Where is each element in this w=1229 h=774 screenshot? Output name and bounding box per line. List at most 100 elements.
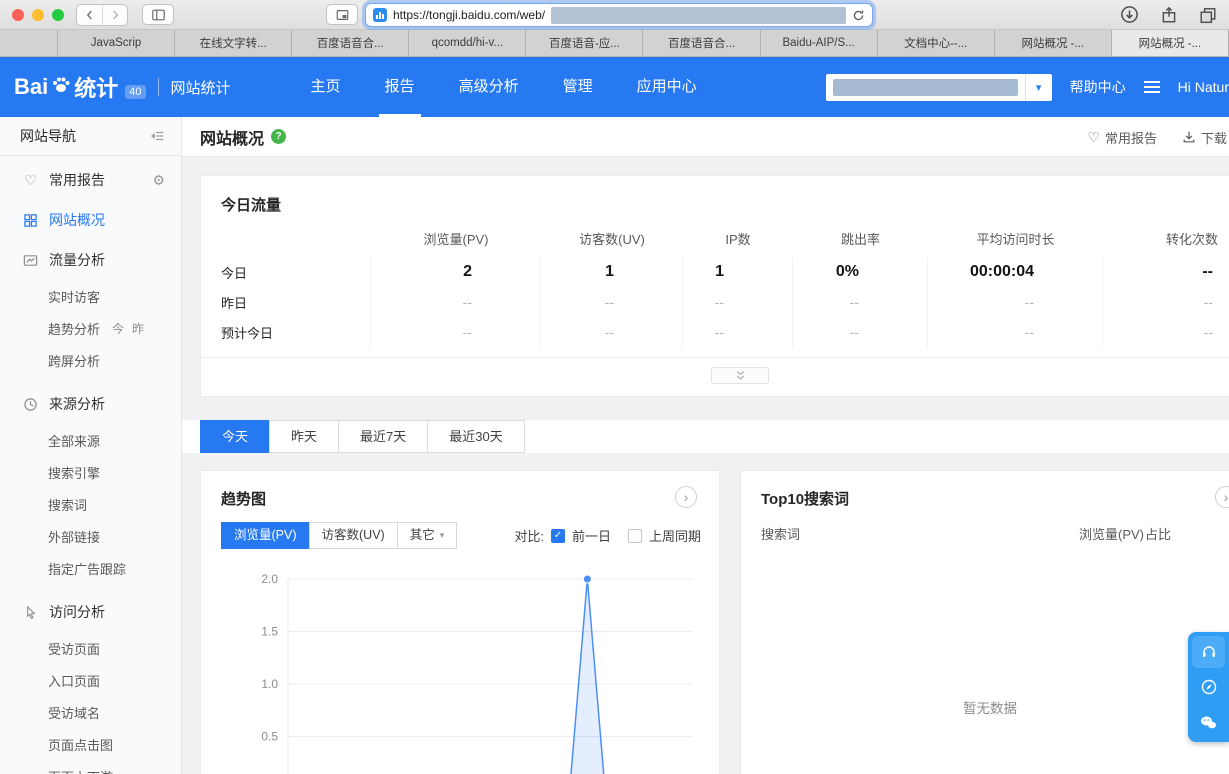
sidebar-item-cross-screen[interactable]: 跨屏分析 [0, 344, 181, 376]
browser-tab[interactable]: 百度语音-应... [526, 30, 644, 56]
site-search-box[interactable]: ▾ [825, 73, 1052, 101]
compare-option-last-week[interactable]: 上周同期 [649, 526, 701, 545]
metric-value: -- [1203, 294, 1213, 310]
compare-checkbox-last-week[interactable] [627, 528, 642, 543]
browser-tab[interactable]: JavaScrip [58, 30, 176, 56]
nav-report[interactable]: 报告 [363, 57, 437, 117]
back-button[interactable] [77, 5, 102, 25]
sidebar-item-visit-analysis[interactable]: 访问分析 [0, 592, 181, 632]
expand-traffic-button[interactable] [711, 367, 769, 384]
svg-text:2.0: 2.0 [261, 572, 278, 586]
browser-tab[interactable]: 文档中心--... [877, 30, 995, 56]
date-tab-yesterday[interactable]: 昨天 [269, 420, 340, 453]
column-header: 浏览量(PV) [423, 232, 489, 247]
sidebar-item-site-overview[interactable]: 网站概况 [0, 200, 181, 240]
sidebar-item-search-engines[interactable]: 搜索引擎 [0, 456, 181, 488]
window-controls [12, 9, 64, 21]
metric-tab-uv[interactable]: 访客数(UV) [308, 522, 398, 549]
zoom-window-button[interactable] [52, 9, 64, 21]
sidebar-item-page-flow[interactable]: 页面上下游 [0, 760, 181, 774]
wechat-button[interactable] [1192, 706, 1225, 738]
chevron-down-icon: ▾ [439, 530, 445, 540]
sidebar-item-traffic-analysis[interactable]: 流量分析 [0, 240, 181, 280]
close-window-button[interactable] [12, 9, 24, 21]
browser-tab[interactable]: 在线文字转... [175, 30, 293, 56]
downloads-button[interactable] [1120, 5, 1139, 29]
compare-checkbox-prev-day[interactable]: ✓ [550, 528, 565, 543]
browser-tab[interactable]: 百度语音合... [643, 30, 761, 56]
browser-tab-bar: JavaScrip 在线文字转... 百度语音合... qcomdd/hi-v.… [0, 30, 1229, 57]
nav-manage[interactable]: 管理 [541, 57, 615, 117]
sidebar-item-visited-pages[interactable]: 受访页面 [0, 632, 181, 664]
top-search-title: Top10搜索词 [761, 491, 850, 508]
sidebar-item-entry-pages[interactable]: 入口页面 [0, 664, 181, 696]
browser-tab-label: 在线文字转... [199, 38, 267, 50]
download-report-button[interactable]: 下载 [1182, 117, 1227, 157]
minimize-window-button[interactable] [32, 9, 44, 21]
compare-option-prev-day[interactable]: 前一日 [572, 526, 611, 545]
browser-tab[interactable]: Baidu-AIP/S... [760, 30, 878, 56]
favorite-report-button[interactable]: ♡ 常用报告 [1087, 117, 1157, 157]
tab-overview-button[interactable] [326, 4, 358, 25]
header-divider [157, 78, 159, 96]
trend-yesterday-shortcut[interactable]: 昨 [132, 320, 144, 337]
table-row: 预计今日 -- -- -- -- -- -- [201, 317, 1229, 347]
column-header: 平均访问时长 [976, 232, 1055, 247]
empty-state-text: 暂无数据 [963, 701, 1017, 716]
forward-button[interactable] [102, 5, 127, 25]
trend-today-shortcut[interactable]: 今 [112, 320, 124, 337]
sidebar-item-ad-tracking[interactable]: 指定广告跟踪 [0, 552, 181, 584]
nav-home[interactable]: 主页 [289, 57, 363, 117]
sidebar-item-source-analysis[interactable]: 来源分析 [0, 384, 181, 424]
date-tab-last7days[interactable]: 最近7天 [338, 420, 429, 453]
navigate-button[interactable] [1192, 671, 1225, 703]
menu-grid-icon[interactable] [1143, 81, 1160, 93]
metric-value: -- [1203, 324, 1213, 340]
column-header: 访客数(UV) [579, 232, 645, 247]
today-traffic-card: 今日流量 浏览量(PV) 访客数(UV) IP数 跳出率 平均访问时长 转化次数… [200, 175, 1229, 397]
metric-value: 00:00:04 [928, 257, 1103, 287]
sidebar-item-search-terms[interactable]: 搜索词 [0, 488, 181, 520]
browser-tab-label: 网站概况 -... [1138, 38, 1202, 50]
user-greeting[interactable]: Hi Natur [1178, 79, 1229, 95]
show-all-tabs-button[interactable] [1199, 6, 1217, 29]
trend-more-button[interactable]: › [675, 486, 697, 508]
page-title: 网站概况 [200, 130, 265, 148]
help-center-link[interactable]: 帮助中心 [1070, 77, 1126, 97]
browser-titlebar: https://tongji.baidu.com/web/ [0, 0, 1229, 30]
sidebar-toggle-button[interactable] [142, 4, 174, 25]
metric-tab-other[interactable]: 其它 ▾ [396, 522, 458, 549]
double-chevron-down-icon [736, 371, 744, 380]
top-search-more-button[interactable]: › [1215, 486, 1229, 508]
site-dropdown-button[interactable]: ▾ [1024, 73, 1052, 101]
reload-button[interactable] [852, 9, 865, 22]
metric-tab-pv[interactable]: 浏览量(PV) [221, 522, 310, 549]
table-row: 昨日 -- -- -- -- -- -- [201, 287, 1229, 317]
sidebar-item-trend-analysis[interactable]: 趋势分析 今 昨 [0, 312, 181, 344]
sidebar-item-visited-domains[interactable]: 受访域名 [0, 696, 181, 728]
sidebar-item-all-sources[interactable]: 全部来源 [0, 424, 181, 456]
collapse-icon [150, 131, 164, 141]
service-button[interactable] [1192, 636, 1225, 668]
help-badge[interactable]: ? [271, 129, 287, 144]
browser-tab[interactable]: 网站概况 -... [994, 30, 1112, 56]
browser-tab[interactable]: qcomdd/hi-v... [409, 30, 527, 56]
sidebar-item-realtime-visitors[interactable]: 实时访客 [0, 280, 181, 312]
collapse-sidebar-button[interactable] [149, 129, 165, 143]
browser-tab-active[interactable]: 网站概况 -... [1111, 30, 1229, 56]
address-bar[interactable]: https://tongji.baidu.com/web/ [365, 3, 873, 27]
sidebar-item-favorite-reports[interactable]: ♡ 常用报告 ⚙ [0, 160, 181, 200]
table-row: 今日 2 1 1 0% 00:00:04 -- [201, 257, 1229, 287]
date-tab-today[interactable]: 今天 [200, 420, 271, 453]
sidebar-item-external-links[interactable]: 外部链接 [0, 520, 181, 552]
nav-advanced-analysis[interactable]: 高级分析 [437, 57, 541, 117]
browser-tab[interactable] [0, 30, 58, 56]
gear-icon[interactable]: ⚙ [152, 172, 165, 189]
nav-app-center[interactable]: 应用中心 [615, 57, 719, 117]
date-tab-last30days[interactable]: 最近30天 [427, 420, 525, 453]
browser-tab[interactable]: 百度语音合... [292, 30, 410, 56]
sidebar-item-page-click-map[interactable]: 页面点击图 [0, 728, 181, 760]
share-button[interactable] [1160, 6, 1178, 29]
baidu-tongji-logo[interactable]: Bai 统计 40 [14, 71, 146, 103]
metric-tabs: 浏览量(PV) 访客数(UV) 其它 ▾ [221, 522, 458, 549]
